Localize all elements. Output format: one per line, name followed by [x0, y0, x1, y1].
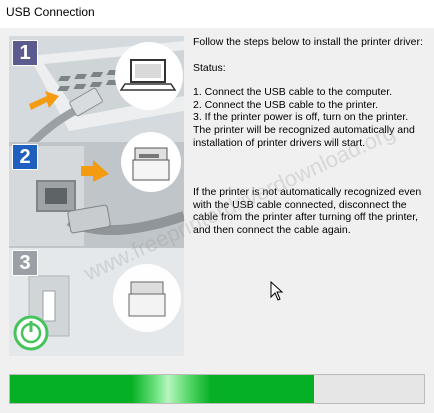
instructions-panel: Follow the steps below to install the pr…	[193, 36, 429, 237]
step-3-text: 3. If the printer power is off, turn on …	[193, 111, 409, 124]
mouse-cursor-icon	[270, 281, 284, 301]
connection-steps-illustration: 1 2 3	[9, 36, 184, 356]
install-progress-bar	[9, 374, 425, 404]
step-3-badge: 3	[12, 250, 38, 276]
window-title: USB Connection	[6, 5, 95, 19]
fallback-text: If the printer is not automatically reco…	[193, 186, 422, 236]
step-1-text: 1. Connect the USB cable to the computer…	[193, 86, 393, 99]
dialog-body: 1 2 3 Follow the steps below to install …	[0, 28, 434, 413]
progress-fill	[10, 375, 315, 403]
step-2-badge: 2	[12, 144, 38, 170]
recognition-text: The printer will be recognized automatic…	[193, 123, 415, 149]
usb-connection-window: USB Connection 1 2 3 Follow the steps be…	[0, 0, 434, 413]
steps-illustration-graphic	[9, 36, 184, 356]
title-bar: USB Connection	[0, 0, 434, 28]
step-2-text: 2. Connect the USB cable to the printer.	[193, 98, 379, 111]
intro-text: Follow the steps below to install the pr…	[193, 36, 423, 48]
step-1-badge: 1	[12, 40, 38, 66]
status-label: Status:	[193, 61, 226, 74]
